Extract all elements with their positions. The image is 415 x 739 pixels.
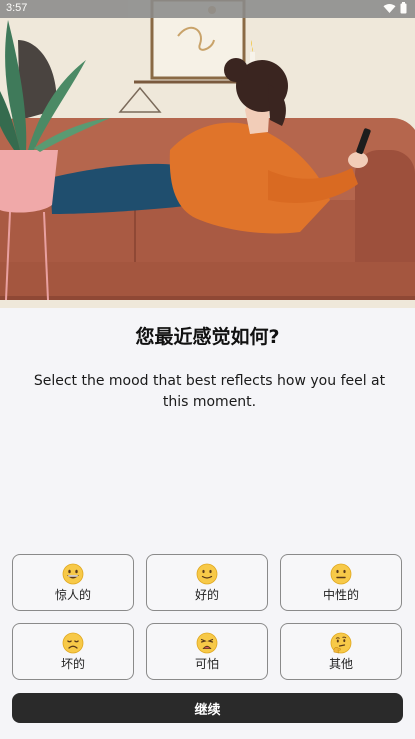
hero-illustration	[0, 0, 415, 308]
status-bar: 3:57	[0, 0, 415, 18]
status-icons	[383, 2, 407, 14]
continue-button[interactable]: 继续	[12, 693, 403, 723]
mood-option-terrible[interactable]: 可怕	[146, 623, 268, 680]
slightly-smiling-face-icon	[196, 563, 218, 584]
mood-check-screen: 3:57 您最近感觉如何? Select the mood that best …	[0, 0, 415, 739]
mood-options: 惊人的 好的 中性的 坏的 可怕 其他	[12, 554, 403, 680]
grinning-face-icon	[62, 563, 84, 584]
mood-label: 惊人的	[54, 587, 91, 602]
weary-face-icon	[196, 632, 218, 653]
mood-label: 坏的	[60, 656, 85, 671]
mood-label: 中性的	[322, 587, 359, 602]
mood-label: 好的	[194, 587, 219, 602]
mood-option-bad[interactable]: 坏的	[12, 623, 134, 680]
mood-label: 其他	[328, 656, 353, 671]
battery-icon	[400, 2, 407, 14]
disappointed-face-icon	[62, 632, 84, 653]
status-time: 3:57	[6, 2, 28, 14]
mood-option-other[interactable]: 其他	[280, 623, 402, 680]
mood-option-amazing[interactable]: 惊人的	[12, 554, 134, 611]
woman-on-sofa-illustration	[0, 0, 415, 308]
page-subtitle: Select the mood that best reflects how y…	[33, 373, 386, 410]
page-title: 您最近感觉如何?	[135, 326, 280, 348]
wifi-icon	[383, 3, 396, 13]
mood-label: 可怕	[194, 656, 219, 671]
mood-option-neutral[interactable]: 中性的	[280, 554, 402, 611]
thinking-face-icon	[330, 632, 352, 653]
mood-option-good[interactable]: 好的	[146, 554, 268, 611]
neutral-face-icon	[330, 563, 352, 584]
